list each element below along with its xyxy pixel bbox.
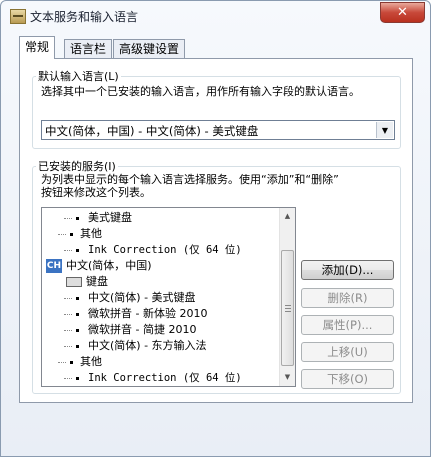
tree-item-ms-pinyin-simple[interactable]: 微软拼音 - 简捷 2010 [64, 322, 197, 338]
installed-services-tree[interactable]: 美式键盘 其他 Ink Correction (仅 64 位) CH 中文(简体… [41, 207, 296, 387]
bullet-icon [70, 361, 73, 364]
title-bar[interactable]: 文本服务和输入语言 ✕ [1, 1, 430, 31]
move-up-button[interactable]: 上移(U) [301, 342, 394, 362]
tree-item-label: 中文(简体) - 东方输入法 [88, 339, 207, 352]
bullet-icon [76, 313, 79, 316]
bullet-icon [76, 329, 79, 332]
tree-item-label: 中文(简体，中国) [66, 259, 152, 272]
default-language-select[interactable]: 中文(简体，中国) - 中文(简体) - 美式键盘 ▼ [41, 120, 395, 140]
bullet-icon [76, 249, 79, 252]
add-button[interactable]: 添加(D)... [301, 260, 394, 280]
chevron-down-icon[interactable]: ▼ [376, 122, 393, 138]
tree-item-keyboard[interactable]: 键盘 [66, 274, 108, 290]
tree-item-ink-correction[interactable]: Ink Correction (仅 64 位) [64, 242, 242, 258]
tree-item-us-keyboard[interactable]: 美式键盘 [64, 210, 132, 226]
ch-language-icon: CH [46, 259, 62, 273]
tree-item-label: 键盘 [86, 275, 108, 288]
scroll-down-arrow-icon[interactable]: ▼ [280, 369, 295, 385]
properties-button[interactable]: 属性(P)... [301, 315, 394, 335]
bullet-icon [76, 345, 79, 348]
tree-vertical-scrollbar[interactable]: ▲ ▼ [279, 208, 295, 386]
bullet-icon [70, 233, 73, 236]
installed-services-description-line2: 按钮来修改这个列表。 [41, 186, 151, 199]
tab-language-bar[interactable]: 语言栏 [64, 39, 113, 58]
tree-item-us-keyboard-layout[interactable]: 中文(简体) - 美式键盘 [64, 290, 196, 306]
tree-item-chinese-simplified[interactable]: CH 中文(简体，中国) [46, 258, 152, 274]
bullet-icon [76, 297, 79, 300]
remove-button[interactable]: 删除(R) [301, 288, 394, 308]
tree-item-ms-pinyin-new[interactable]: 微软拼音 - 新体验 2010 [64, 306, 208, 322]
keyboard-icon [66, 277, 82, 287]
tree-item-label: Ink Correction (仅 64 位) [88, 372, 242, 384]
dialog-window: 文本服务和输入语言 ✕ 常规 语言栏 高级键设置 默认输入语言(L) 选择其中一… [0, 0, 431, 457]
move-down-button[interactable]: 下移(O) [301, 369, 394, 389]
window-title: 文本服务和输入语言 [30, 10, 139, 24]
tree-item-label: 其他 [80, 355, 102, 368]
tree-item-oriental-ime[interactable]: 中文(简体) - 东方输入法 [64, 338, 207, 354]
default-language-group-title: 默认输入语言(L) [36, 68, 121, 84]
tab-panel-general: 默认输入语言(L) 选择其中一个已安装的输入语言，用作所有输入字段的默认语言。 … [19, 58, 413, 403]
text-services-icon [10, 9, 26, 24]
bullet-icon [76, 217, 79, 220]
close-icon: ✕ [397, 5, 408, 20]
installed-services-group-title: 已安装的服务(I) [36, 158, 118, 174]
default-language-description: 选择其中一个已安装的输入语言，用作所有输入字段的默认语言。 [41, 85, 360, 98]
tree-item-label: Ink Correction (仅 64 位) [88, 244, 242, 256]
tab-general[interactable]: 常规 [19, 36, 56, 59]
tree-item-label: 微软拼音 - 新体验 2010 [88, 307, 208, 320]
installed-services-description-line1: 为列表中显示的每个输入语言选择服务。使用“添加”和“删除” [41, 173, 339, 186]
tree-item-label: 中文(简体) - 美式键盘 [88, 291, 196, 304]
tree-item-other[interactable]: 其他 [58, 226, 102, 242]
tab-advanced-key-settings[interactable]: 高级键设置 [113, 39, 186, 58]
bullet-icon [76, 377, 79, 380]
tree-item-label: 微软拼音 - 简捷 2010 [88, 323, 197, 336]
tree-item-label: 美式键盘 [88, 211, 132, 224]
tree-item-other-2[interactable]: 其他 [58, 354, 102, 370]
tree-item-label: 其他 [80, 227, 102, 240]
scroll-up-arrow-icon[interactable]: ▲ [280, 208, 295, 224]
close-button[interactable]: ✕ [380, 2, 425, 23]
scrollbar-thumb[interactable] [281, 250, 294, 366]
tree-item-ink-correction-2[interactable]: Ink Correction (仅 64 位) [64, 370, 242, 386]
default-language-selected-value: 中文(简体，中国) - 中文(简体) - 美式键盘 [45, 124, 259, 138]
